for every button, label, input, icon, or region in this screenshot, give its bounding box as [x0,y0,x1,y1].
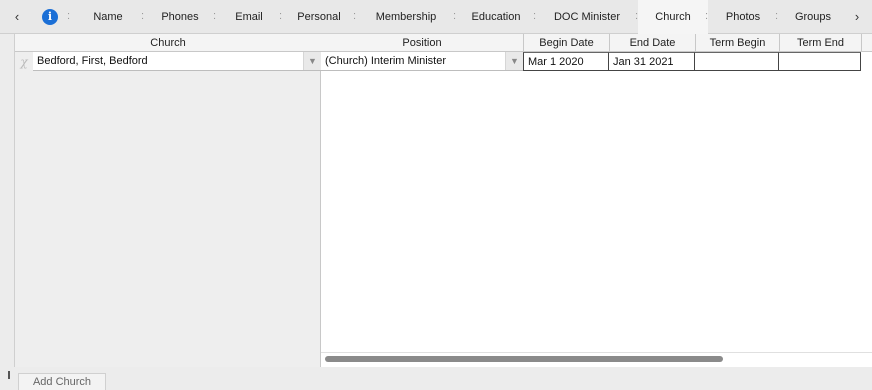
chevron-down-icon[interactable]: ▼ [303,52,321,70]
tab-phones[interactable]: Phones : [144,0,216,34]
chevron-left-icon[interactable]: ‹ [6,0,28,34]
add-church-button[interactable]: Add Church [18,373,106,390]
footer-bar: Add Church [0,367,872,390]
resize-handle [8,371,10,379]
tab-email[interactable]: Email : [216,0,282,34]
tab-personal[interactable]: Personal : [282,0,356,34]
column-header-end-date[interactable]: End Date [609,34,695,52]
term-end-field[interactable] [778,52,861,71]
scrollbar-thumb[interactable] [325,356,723,362]
position-combo[interactable]: (Church) Interim Minister ▼ [321,52,523,71]
church-combo[interactable]: Bedford, First, Bedford ▼ [33,52,321,71]
column-header-term-begin[interactable]: Term Begin [695,34,779,52]
tab-photos[interactable]: Photos : [708,0,778,34]
tab-label: Name [93,10,123,23]
column-header-position[interactable]: Position [321,34,523,52]
tab-label: Groups [794,10,832,23]
scroll-pane: Position Begin Date End Date Term Begin … [321,34,872,367]
column-header-begin-date[interactable]: Begin Date [523,34,609,52]
tab-bar: ‹ i : Name : Phones : Email : Personal :… [0,0,872,34]
tab-label: Membership [375,10,437,23]
column-header-term-end[interactable]: Term End [779,34,861,52]
tab-church[interactable]: Church : [638,0,708,34]
chevron-down-icon[interactable]: ▼ [505,52,523,70]
info-icon: i [42,8,58,25]
tab-separator: : [66,9,70,22]
tab-label: DOC Minister [553,10,620,23]
tab-label: Church [655,10,691,23]
begin-date-field[interactable]: Mar 1 2020 [523,52,609,71]
tab-label: Education [471,10,521,23]
frozen-pane: Church χ Bedford, First, Bedford ▼ [15,34,321,367]
tab-membership[interactable]: Membership : [356,0,456,34]
column-header-church[interactable]: Church [15,34,321,52]
row-delete-icon[interactable]: χ [15,52,33,71]
end-date-field[interactable]: Jan 31 2021 [608,52,695,71]
church-grid: Church χ Bedford, First, Bedford ▼ Posit… [14,34,872,367]
tab-name[interactable]: Name : [72,0,144,34]
tab-groups[interactable]: Groups [778,0,848,34]
tab-label: Personal [297,10,341,23]
horizontal-scrollbar[interactable] [321,352,872,366]
tab-doc-minister[interactable]: DOC Minister : [536,0,638,34]
position-value: (Church) Interim Minister [325,55,447,67]
term-begin-field[interactable] [694,52,779,71]
tab-education[interactable]: Education : [456,0,536,34]
church-value: Bedford, First, Bedford [37,55,148,67]
chevron-right-icon[interactable]: › [848,0,866,34]
tab-label: Email [235,10,263,23]
tab-label: Photos [725,10,761,23]
tab-label: Phones [161,10,199,23]
tab-info[interactable]: i : [28,0,72,34]
column-header-filler [861,34,872,52]
